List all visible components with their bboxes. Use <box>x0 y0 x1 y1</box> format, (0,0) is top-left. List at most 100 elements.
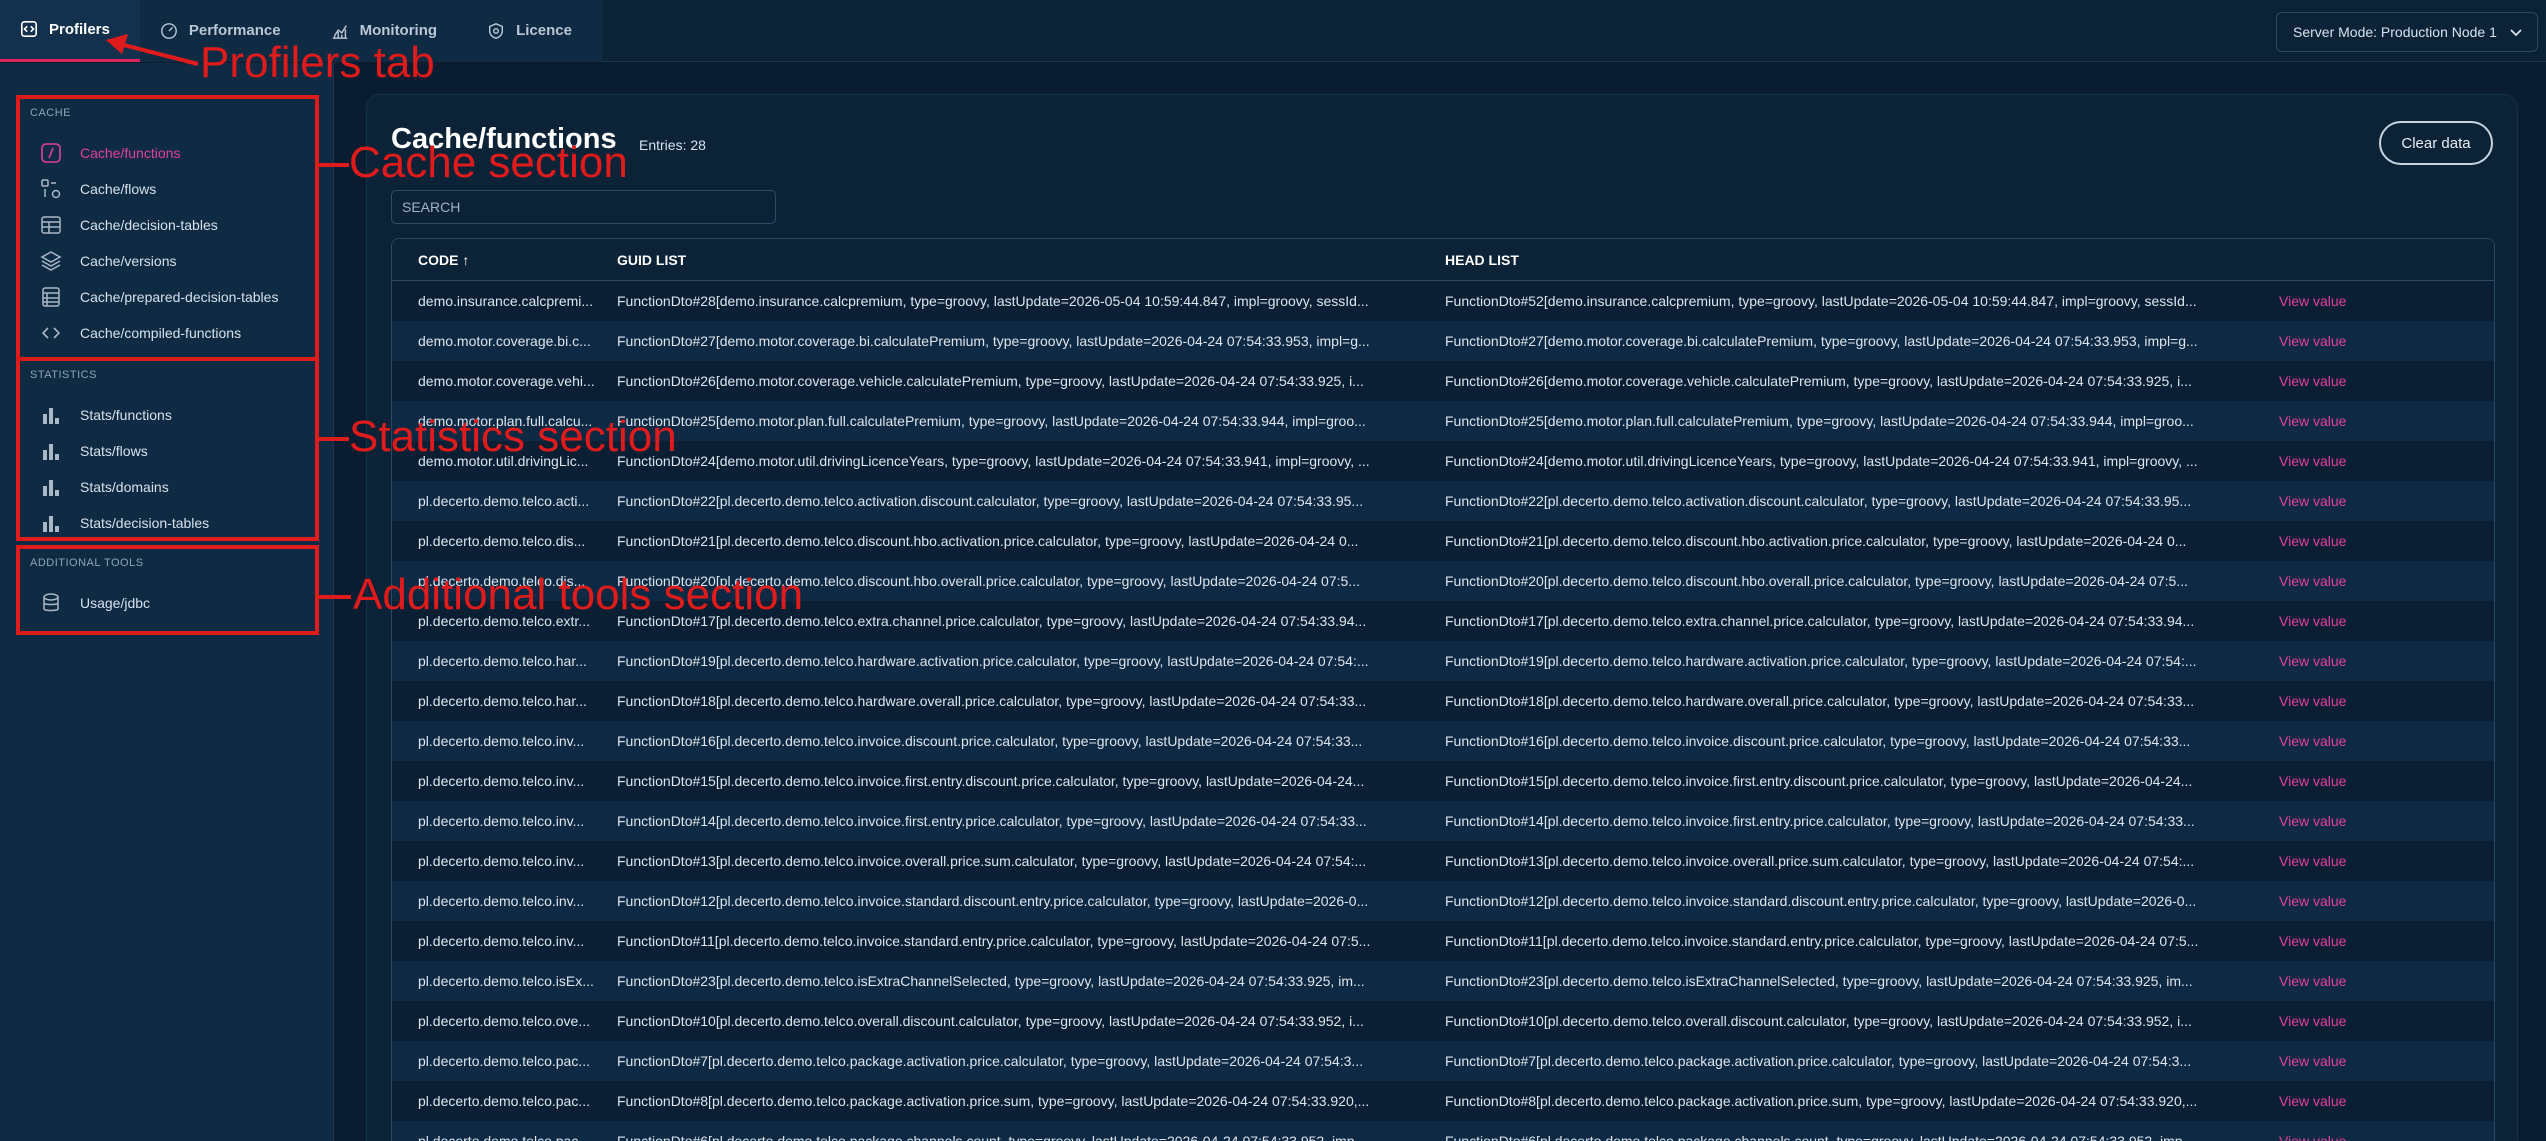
cell-guid-list: FunctionDto#24[demo.motor.util.drivingLi… <box>617 453 1370 469</box>
view-value-link[interactable]: View value <box>2271 893 2346 909</box>
tab-licence[interactable]: Licence <box>467 0 602 62</box>
section-title: STATISTICS <box>30 369 97 381</box>
cell-code: demo.motor.coverage.bi.c... <box>418 333 591 349</box>
bar-chart-icon <box>43 516 59 532</box>
section-title: CACHE <box>30 107 72 119</box>
column-header-code[interactable]: CODE ↑ <box>392 252 611 268</box>
cell-head-list: FunctionDto#12[pl.decerto.demo.telco.inv… <box>1445 893 2197 909</box>
sidebar-item-stats-flows[interactable]: Stats/flows <box>20 433 315 469</box>
view-value-link[interactable]: View value <box>2271 813 2346 829</box>
view-value-link[interactable]: View value <box>2271 293 2346 309</box>
sidebar-item-label: Cache/compiled-functions <box>80 325 242 341</box>
table-row: pl.decerto.demo.telco.pac... FunctionDto#… <box>392 1121 2494 1141</box>
shield-icon <box>489 22 504 39</box>
cell-head-list: FunctionDto#20[pl.decerto.demo.telco.dis… <box>1445 573 2188 589</box>
cache-functions-table: CODE ↑ GUID LIST HEAD LIST demo.insuranc… <box>391 238 2495 1141</box>
table-row: demo.motor.coverage.vehi... FunctionDto#2… <box>392 361 2494 401</box>
cell-head-list: FunctionDto#21[pl.decerto.demo.telco.dis… <box>1445 533 2187 549</box>
annotation-additional-tools-section: Additional tools section <box>353 570 804 619</box>
cell-code: pl.decerto.demo.telco.inv... <box>418 773 585 789</box>
view-value-link[interactable]: View value <box>2271 1133 2346 1141</box>
cell-head-list: FunctionDto#22[pl.decerto.demo.telco.act… <box>1445 493 2192 509</box>
sidebar-item-cache-decision-tables[interactable]: Cache/decision-tables <box>20 207 315 243</box>
tab-label: Licence <box>516 22 572 39</box>
sidebar-item-cache-functions[interactable]: Cache/functions <box>20 135 315 171</box>
cell-head-list: FunctionDto#14[pl.decerto.demo.telco.inv… <box>1445 813 2195 829</box>
table-row: pl.decerto.demo.telco.har... FunctionDto#… <box>392 641 2494 681</box>
table-row: pl.decerto.demo.telco.inv... FunctionDto#… <box>392 841 2494 881</box>
table-row: pl.decerto.demo.telco.inv... FunctionDto#… <box>392 921 2494 961</box>
table-row: pl.decerto.demo.telco.dis... FunctionDto#… <box>392 521 2494 561</box>
sidebar-item-label: Cache/flows <box>80 181 157 197</box>
sidebar-item-usage-jdbc[interactable]: Usage/jdbc <box>20 585 315 621</box>
layers-icon <box>40 251 62 271</box>
entries-count: Entries: 28 <box>639 137 706 153</box>
table-row: pl.decerto.demo.telco.ove... FunctionDto#… <box>392 1001 2494 1041</box>
cell-head-list: FunctionDto#52[demo.insurance.calcpremiu… <box>1445 293 2197 309</box>
sidebar-item-cache-flows[interactable]: Cache/flows <box>20 171 315 207</box>
sidebar-item-label: Cache/versions <box>80 253 177 269</box>
table-row: pl.decerto.demo.telco.inv... FunctionDto#… <box>392 761 2494 801</box>
table-row: demo.motor.plan.full.calcu... FunctionDto… <box>392 401 2494 441</box>
sidebar-item-cache-prepared-decision-tables[interactable]: Cache/prepared-decision-tables <box>20 279 315 315</box>
cell-guid-list: FunctionDto#15[pl.decerto.demo.telco.inv… <box>617 773 1365 789</box>
table-row: pl.decerto.demo.telco.acti... FunctionDto… <box>392 481 2494 521</box>
view-value-link[interactable]: View value <box>2271 853 2346 869</box>
cache-section: CACHE Cache/functions Cache/flows Cache/… <box>16 95 319 361</box>
sidebar-item-label: Usage/jdbc <box>80 595 151 611</box>
flow-icon <box>41 179 61 199</box>
table-header: CODE ↑ GUID LIST HEAD LIST <box>392 239 2494 281</box>
cell-head-list: FunctionDto#10[pl.decerto.demo.telco.ove… <box>1445 1013 2192 1029</box>
view-value-link[interactable]: View value <box>2271 933 2346 949</box>
bar-chart-icon <box>43 480 59 496</box>
cell-guid-list: FunctionDto#21[pl.decerto.demo.telco.dis… <box>617 533 1359 549</box>
view-value-link[interactable]: View value <box>2271 973 2346 989</box>
annotation-cache-section: Cache section <box>349 138 628 187</box>
view-value-link[interactable]: View value <box>2271 1093 2346 1109</box>
sidebar-item-stats-domains[interactable]: Stats/domains <box>20 469 315 505</box>
table-row: pl.decerto.demo.telco.inv... FunctionDto#… <box>392 881 2494 921</box>
cell-code: pl.decerto.demo.telco.inv... <box>418 893 585 909</box>
cell-code: pl.decerto.demo.telco.har... <box>418 693 587 709</box>
annotation-profilers-tab: Profilers tab <box>200 38 435 87</box>
clear-data-button[interactable]: Clear data <box>2379 121 2493 165</box>
database-icon <box>43 593 59 612</box>
table-row: pl.decerto.demo.telco.isEx... FunctionDto… <box>392 961 2494 1001</box>
cell-code: pl.decerto.demo.telco.pac... <box>418 1093 590 1109</box>
cell-head-list: FunctionDto#23[pl.decerto.demo.telco.isE… <box>1445 973 2193 989</box>
cell-code: demo.insurance.calcpremi... <box>418 293 594 309</box>
view-value-link[interactable]: View value <box>2271 733 2346 749</box>
view-value-link[interactable]: View value <box>2271 413 2346 429</box>
table-row: pl.decerto.demo.telco.inv... FunctionDto#… <box>392 721 2494 761</box>
cell-head-list: FunctionDto#6[pl.decerto.demo.telco.pack… <box>1445 1133 2195 1141</box>
sidebar-item-label: Cache/decision-tables <box>80 217 218 233</box>
sort-ascending-icon: ↑ <box>462 251 470 268</box>
view-value-link[interactable]: View value <box>2271 773 2346 789</box>
sidebar-item-cache-versions[interactable]: Cache/versions <box>20 243 315 279</box>
sidebar-item-stats-decision-tables[interactable]: Stats/decision-tables <box>20 505 315 541</box>
code-icon <box>20 20 38 38</box>
view-value-link[interactable]: View value <box>2271 653 2346 669</box>
cell-code: pl.decerto.demo.telco.pac... <box>418 1053 590 1069</box>
sidebar-item-stats-functions[interactable]: Stats/functions <box>20 397 315 433</box>
cell-guid-list: FunctionDto#14[pl.decerto.demo.telco.inv… <box>617 813 1367 829</box>
view-value-link[interactable]: View value <box>2271 573 2346 589</box>
view-value-link[interactable]: View value <box>2271 453 2346 469</box>
sidebar-item-cache-compiled-functions[interactable]: Cache/compiled-functions <box>20 315 315 351</box>
sidebar: CACHE Cache/functions Cache/flows Cache/… <box>0 63 334 1141</box>
view-value-link[interactable]: View value <box>2271 693 2346 709</box>
server-mode-select[interactable]: Server Mode: Production Node 1 <box>2276 12 2538 52</box>
view-value-link[interactable]: View value <box>2271 333 2346 349</box>
view-value-link[interactable]: View value <box>2271 533 2346 549</box>
cell-guid-list: FunctionDto#13[pl.decerto.demo.telco.inv… <box>617 853 1367 869</box>
view-value-link[interactable]: View value <box>2271 1053 2346 1069</box>
view-value-link[interactable]: View value <box>2271 373 2346 389</box>
view-value-link[interactable]: View value <box>2271 613 2346 629</box>
cell-code: pl.decerto.demo.telco.isEx... <box>418 973 594 989</box>
cell-head-list: FunctionDto#15[pl.decerto.demo.telco.inv… <box>1445 773 2193 789</box>
view-value-link[interactable]: View value <box>2271 1013 2346 1029</box>
column-header-guid-list: GUID LIST <box>617 251 687 268</box>
search-input[interactable] <box>391 190 776 224</box>
cell-guid-list: FunctionDto#6[pl.decerto.demo.telco.pack… <box>617 1133 1367 1141</box>
view-value-link[interactable]: View value <box>2271 493 2346 509</box>
